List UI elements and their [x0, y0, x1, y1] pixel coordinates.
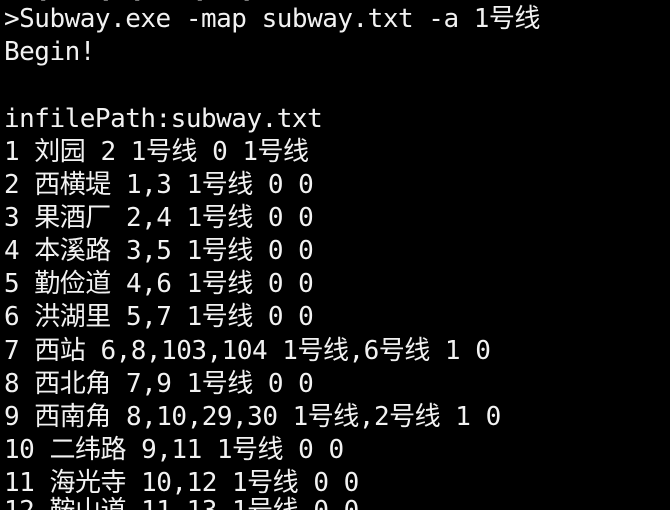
- station-row: 3 果酒厂 2,4 1号线 0 0: [4, 203, 314, 233]
- station-row: 5 勤俭道 4,6 1号线 0 0: [4, 269, 314, 299]
- station-row: 7 西站 6,8,103,104 1号线,6号线 1 0: [4, 336, 491, 366]
- station-row: 4 本溪路 3,5 1号线 0 0: [4, 236, 314, 266]
- station-row: 2 西横堤 1,3 1号线 0 0: [4, 170, 314, 200]
- station-row: 6 洪湖里 5,7 1号线 0 0: [4, 302, 314, 332]
- infile-path-line: infilePath:subway.txt: [4, 104, 323, 134]
- console-window[interactable]: ┃ ┃ ┃ ┃ ┃ >Subway.exe -map subway.txt -a…: [0, 0, 670, 510]
- station-row-partial: 12 鞍山道 11,13 1号线 0 0: [4, 495, 359, 510]
- command-line: >Subway.exe -map subway.txt -a 1号线: [4, 4, 540, 34]
- begin-line: Begin!: [4, 37, 95, 67]
- station-row: 1 刘园 2 1号线 0 1号线: [4, 137, 309, 167]
- station-row: 8 西北角 7,9 1号线 0 0: [4, 369, 314, 399]
- station-row: 10 二纬路 9,11 1号线 0 0: [4, 435, 344, 465]
- station-row: 9 西南角 8,10,29,30 1号线,2号线 1 0: [4, 402, 501, 432]
